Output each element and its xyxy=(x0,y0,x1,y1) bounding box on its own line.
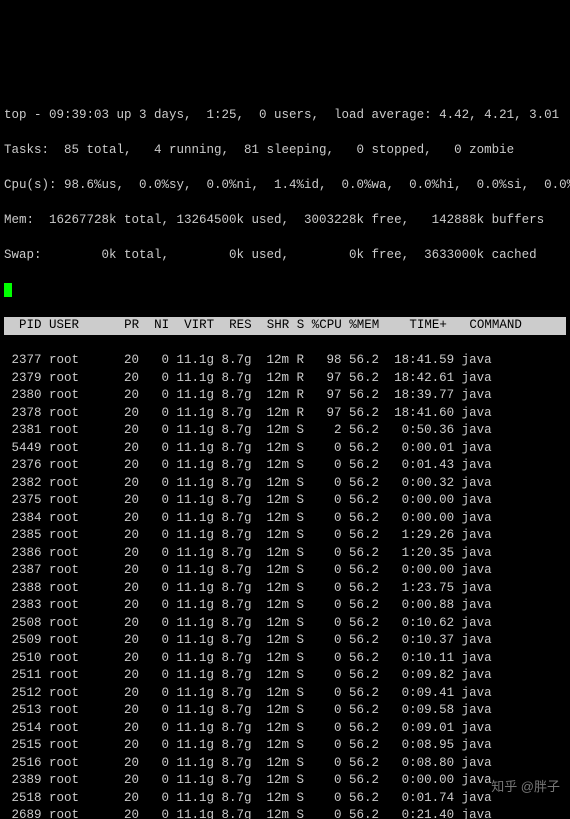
process-row: 5449 root 20 0 11.1g 8.7g 12m S 0 56.2 0… xyxy=(4,440,566,458)
process-row: 2379 root 20 0 11.1g 8.7g 12m R 97 56.2 … xyxy=(4,370,566,388)
process-row: 2508 root 20 0 11.1g 8.7g 12m S 0 56.2 0… xyxy=(4,615,566,633)
process-row: 2512 root 20 0 11.1g 8.7g 12m S 0 56.2 0… xyxy=(4,685,566,703)
summary-line-uptime: top - 09:39:03 up 3 days, 1:25, 0 users,… xyxy=(4,107,566,125)
process-row: 2387 root 20 0 11.1g 8.7g 12m S 0 56.2 0… xyxy=(4,562,566,580)
process-row: 2689 root 20 0 11.1g 8.7g 12m S 0 56.2 0… xyxy=(4,807,566,819)
process-row: 2510 root 20 0 11.1g 8.7g 12m S 0 56.2 0… xyxy=(4,650,566,668)
process-row: 2381 root 20 0 11.1g 8.7g 12m S 2 56.2 0… xyxy=(4,422,566,440)
process-table-body: 2377 root 20 0 11.1g 8.7g 12m R 98 56.2 … xyxy=(4,352,566,819)
process-row: 2511 root 20 0 11.1g 8.7g 12m S 0 56.2 0… xyxy=(4,667,566,685)
summary-line-mem: Mem: 16267728k total, 13264500k used, 30… xyxy=(4,212,566,230)
summary-line-cpu: Cpu(s): 98.6%us, 0.0%sy, 0.0%ni, 1.4%id,… xyxy=(4,177,566,195)
process-row: 2509 root 20 0 11.1g 8.7g 12m S 0 56.2 0… xyxy=(4,632,566,650)
summary-line-tasks: Tasks: 85 total, 4 running, 81 sleeping,… xyxy=(4,142,566,160)
process-row: 2378 root 20 0 11.1g 8.7g 12m R 97 56.2 … xyxy=(4,405,566,423)
process-row: 2383 root 20 0 11.1g 8.7g 12m S 0 56.2 0… xyxy=(4,597,566,615)
process-row: 2513 root 20 0 11.1g 8.7g 12m S 0 56.2 0… xyxy=(4,702,566,720)
process-row: 2377 root 20 0 11.1g 8.7g 12m R 98 56.2 … xyxy=(4,352,566,370)
process-row: 2385 root 20 0 11.1g 8.7g 12m S 0 56.2 1… xyxy=(4,527,566,545)
terminal-window[interactable]: top - 09:39:03 up 3 days, 1:25, 0 users,… xyxy=(0,88,570,819)
process-row: 2376 root 20 0 11.1g 8.7g 12m S 0 56.2 0… xyxy=(4,457,566,475)
process-row: 2389 root 20 0 11.1g 8.7g 12m S 0 56.2 0… xyxy=(4,772,566,790)
process-row: 2514 root 20 0 11.1g 8.7g 12m S 0 56.2 0… xyxy=(4,720,566,738)
process-row: 2382 root 20 0 11.1g 8.7g 12m S 0 56.2 0… xyxy=(4,475,566,493)
process-row: 2388 root 20 0 11.1g 8.7g 12m S 0 56.2 1… xyxy=(4,580,566,598)
cursor-icon xyxy=(4,283,12,297)
process-table-header: PID USER PR NI VIRT RES SHR S %CPU %MEM … xyxy=(4,317,566,335)
process-row: 2515 root 20 0 11.1g 8.7g 12m S 0 56.2 0… xyxy=(4,737,566,755)
process-row: 2384 root 20 0 11.1g 8.7g 12m S 0 56.2 0… xyxy=(4,510,566,528)
summary-line-swap: Swap: 0k total, 0k used, 0k free, 363300… xyxy=(4,247,566,265)
process-row: 2380 root 20 0 11.1g 8.7g 12m R 97 56.2 … xyxy=(4,387,566,405)
prompt-cursor-line[interactable] xyxy=(4,282,566,300)
process-row: 2375 root 20 0 11.1g 8.7g 12m S 0 56.2 0… xyxy=(4,492,566,510)
process-row: 2386 root 20 0 11.1g 8.7g 12m S 0 56.2 1… xyxy=(4,545,566,563)
process-row: 2518 root 20 0 11.1g 8.7g 12m S 0 56.2 0… xyxy=(4,790,566,808)
process-row: 2516 root 20 0 11.1g 8.7g 12m S 0 56.2 0… xyxy=(4,755,566,773)
